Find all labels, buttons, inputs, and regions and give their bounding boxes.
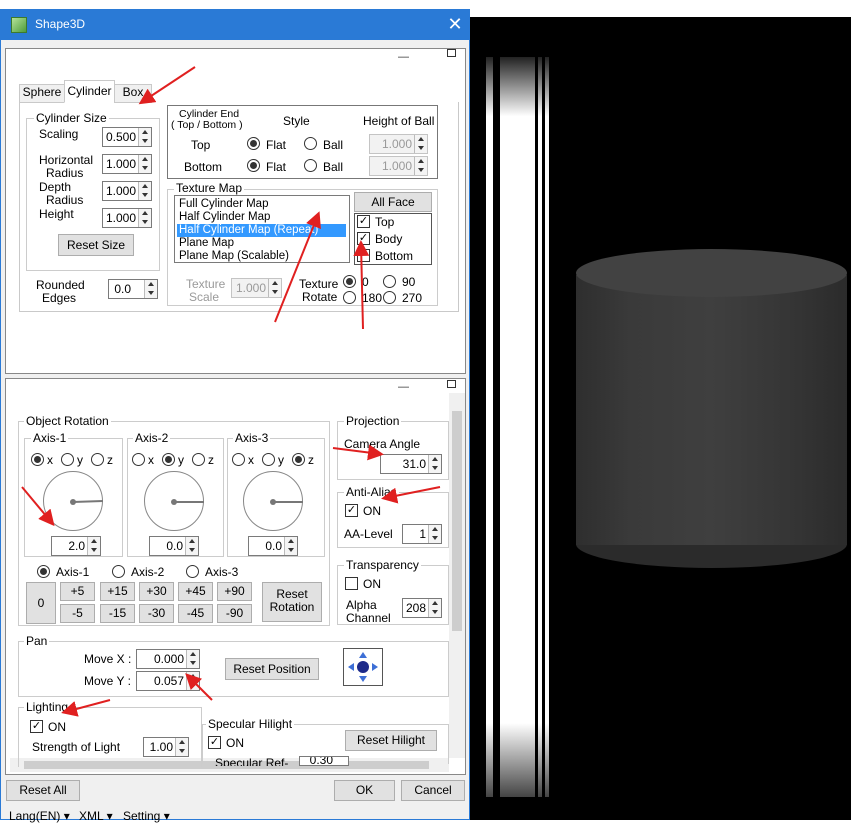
annotation-arrow <box>138 66 196 105</box>
annotation-arrow <box>21 486 55 527</box>
annotation-overlay <box>21 66 441 717</box>
annotation-arrow <box>353 240 370 330</box>
annotation-arrow <box>381 486 441 504</box>
annotation-arrow <box>274 211 321 323</box>
annotation-arrow <box>185 673 213 701</box>
annotation-arrow <box>332 444 384 461</box>
annotation-arrow <box>61 699 111 717</box>
